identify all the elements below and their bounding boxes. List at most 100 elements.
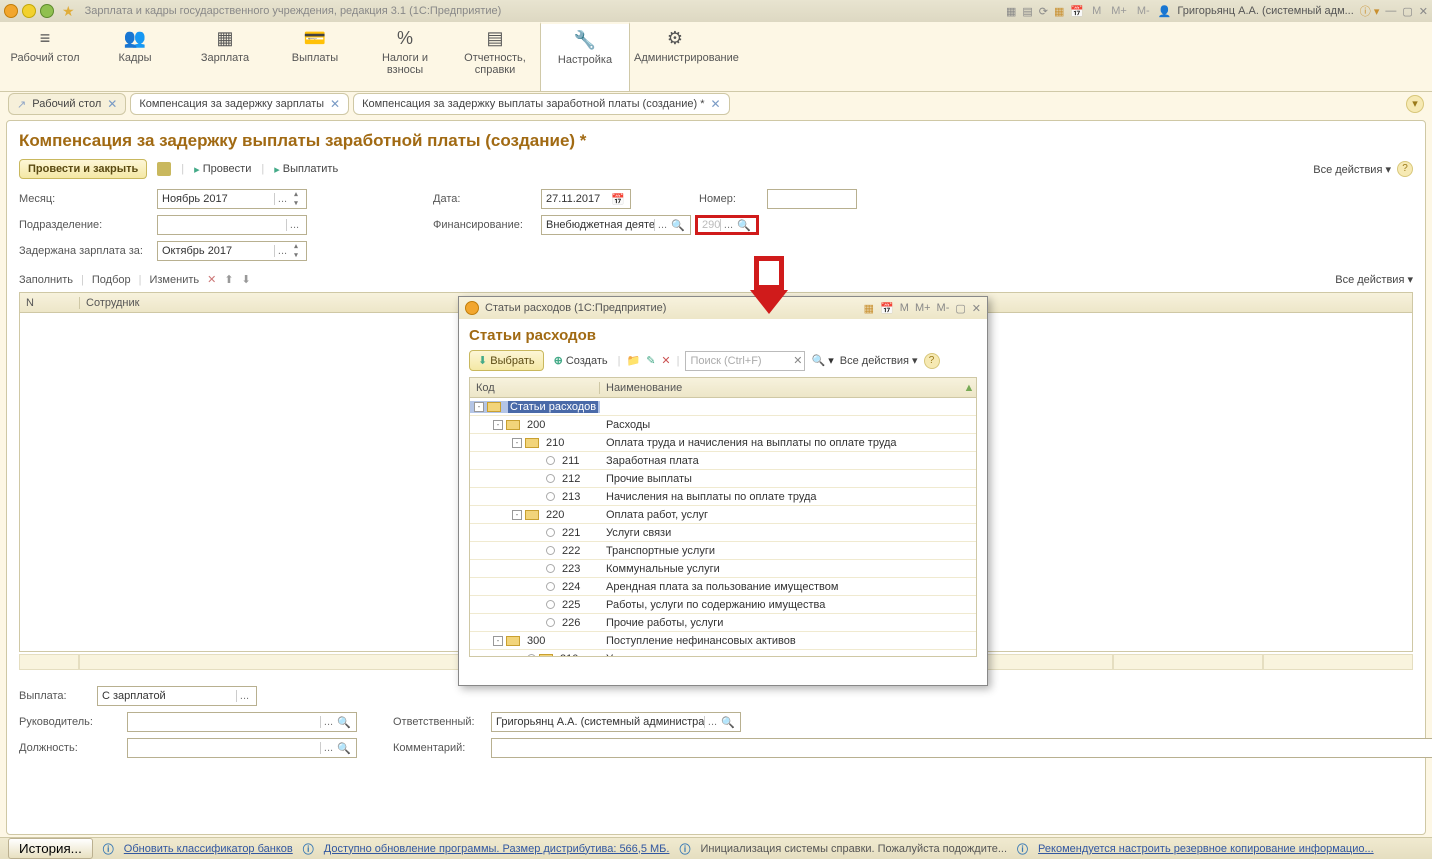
window-maximize-icon[interactable] bbox=[40, 4, 54, 18]
user-name[interactable]: Григорьянц А.А. (системный адм... bbox=[1177, 5, 1353, 17]
tree-row[interactable]: 212Прочие выплаты bbox=[470, 470, 976, 488]
tab-compensation-create[interactable]: Компенсация за задержку выплаты заработн… bbox=[353, 93, 729, 115]
folder-icon[interactable]: 📁 bbox=[626, 354, 640, 367]
min-icon[interactable]: — bbox=[1385, 5, 1396, 17]
calendar-icon[interactable]: 📅 bbox=[610, 193, 626, 206]
save-button[interactable] bbox=[153, 160, 175, 178]
tab-close-icon[interactable]: ✕ bbox=[107, 97, 117, 111]
otv-field[interactable]: Григорьянц А.А. (системный администрат..… bbox=[491, 712, 741, 732]
stat-rashodov-field[interactable]: 290...🔍 bbox=[695, 215, 759, 235]
move-up-icon[interactable]: ⬆ bbox=[224, 273, 233, 286]
edit-icon[interactable]: ✎ bbox=[646, 354, 655, 367]
tree-row[interactable]: 226Прочие работы, услуги bbox=[470, 614, 976, 632]
status-link-4[interactable]: Рекомендуется настроить резервное копиро… bbox=[1038, 843, 1374, 855]
m-button[interactable]: M bbox=[1090, 5, 1103, 17]
search-icon[interactable]: 🔍 bbox=[670, 219, 686, 232]
zapolnit-button[interactable]: Заполнить bbox=[19, 274, 73, 286]
toolbar-icon[interactable]: ▤ bbox=[1022, 5, 1032, 18]
tab-desktop[interactable]: ↗Рабочий стол✕ bbox=[8, 93, 126, 115]
podbor-button[interactable]: Подбор bbox=[92, 274, 131, 286]
search-icon[interactable]: 🔍 bbox=[736, 219, 752, 232]
m-minus-button[interactable]: M- bbox=[1135, 5, 1152, 17]
dialog-titlebar[interactable]: Статьи расходов (1С:Предприятие) ▦ 📅 M M… bbox=[459, 297, 987, 319]
sozdat-button[interactable]: ⊕Создать bbox=[550, 352, 612, 369]
delete-icon[interactable]: ✕ bbox=[661, 354, 670, 367]
section-otchet[interactable]: ▤Отчетность, справки bbox=[450, 22, 540, 91]
section-nalogi[interactable]: %Налоги и взносы bbox=[360, 22, 450, 91]
search-input[interactable]: Поиск (Ctrl+F)✕ bbox=[685, 351, 805, 371]
m-plus-button[interactable]: M+ bbox=[915, 302, 931, 314]
history-button[interactable]: История... bbox=[8, 838, 93, 859]
tree-row[interactable]: 221Услуги связи bbox=[470, 524, 976, 542]
help-icon[interactable]: ? bbox=[1397, 161, 1413, 177]
help-icon[interactable]: ⓘ ▾ bbox=[1360, 3, 1380, 19]
section-admin[interactable]: ⚙Администрирование bbox=[630, 22, 720, 91]
tab-close-icon[interactable]: ✕ bbox=[711, 97, 721, 111]
provesti-button[interactable]: ▸Провести bbox=[190, 161, 255, 178]
m-plus-button[interactable]: M+ bbox=[1109, 5, 1129, 17]
komm-field[interactable] bbox=[491, 738, 1432, 758]
tree-row[interactable]: 213Начисления на выплаты по оплате труда bbox=[470, 488, 976, 506]
toolbar-icon[interactable]: ⟳ bbox=[1039, 5, 1048, 18]
dialog-all-actions[interactable]: Все действия ▾ bbox=[840, 354, 918, 367]
col-naim[interactable]: Наименование bbox=[600, 382, 962, 394]
tree-row[interactable]: -200Расходы bbox=[470, 416, 976, 434]
delete-row-icon[interactable]: ✕ bbox=[207, 273, 216, 286]
search-icon[interactable]: 🔍 ▾ bbox=[811, 354, 833, 367]
izmenit-button[interactable]: Изменить bbox=[149, 274, 199, 286]
toolbar-icon[interactable]: ▦ bbox=[1006, 5, 1016, 18]
vyplata-field[interactable]: С зарплатой... bbox=[97, 686, 257, 706]
finans-field[interactable]: Внебюджетная деятельн...🔍 bbox=[541, 215, 691, 235]
section-zarplata[interactable]: ▦Зарплата bbox=[180, 22, 270, 91]
mesyac-field[interactable]: Ноябрь 2017...▴▾ bbox=[157, 189, 307, 209]
tree-row[interactable]: 223Коммунальные услуги bbox=[470, 560, 976, 578]
help-icon[interactable]: ? bbox=[924, 353, 940, 369]
calc-icon[interactable]: ▦ bbox=[864, 302, 874, 315]
table-all-actions[interactable]: Все действия ▾ bbox=[1335, 273, 1413, 286]
status-link-2[interactable]: Доступно обновление программы. Размер ди… bbox=[324, 843, 670, 855]
move-down-icon[interactable]: ⬇ bbox=[242, 273, 251, 286]
tree-row[interactable]: -300Поступление нефинансовых активов bbox=[470, 632, 976, 650]
vyplatit-button[interactable]: ▸Выплатить bbox=[270, 161, 342, 178]
expense-tree[interactable]: Код Наименование ▲ -Статьи расходов-200Р… bbox=[469, 377, 977, 657]
data-field[interactable]: 27.11.2017📅 bbox=[541, 189, 631, 209]
window-minimize-icon[interactable] bbox=[22, 4, 36, 18]
restore-icon[interactable]: ▢ bbox=[955, 302, 965, 315]
status-link-1[interactable]: Обновить классификатор банков bbox=[124, 843, 293, 855]
col-n[interactable]: N bbox=[20, 297, 80, 309]
dolzh-field[interactable]: ...🔍 bbox=[127, 738, 357, 758]
calendar-icon[interactable]: 📅 bbox=[1070, 5, 1084, 18]
tree-row[interactable]: 310Увеличение стоимости основных средств bbox=[470, 650, 976, 657]
section-vyplaty[interactable]: 💳Выплаты bbox=[270, 22, 360, 91]
tree-row[interactable]: -Статьи расходов bbox=[470, 398, 976, 416]
sort-icon[interactable]: ▲ bbox=[962, 382, 976, 394]
close-icon[interactable]: ✕ bbox=[1419, 5, 1428, 18]
vybrat-button[interactable]: ⬇ Выбрать bbox=[469, 350, 544, 371]
tree-row[interactable]: 211Заработная плата bbox=[470, 452, 976, 470]
section-kadry[interactable]: 👥Кадры bbox=[90, 22, 180, 91]
tree-row[interactable]: -220Оплата работ, услуг bbox=[470, 506, 976, 524]
nomer-field[interactable] bbox=[767, 189, 857, 209]
calendar-icon[interactable]: 📅 bbox=[880, 302, 894, 315]
all-actions-menu[interactable]: Все действия ▾ bbox=[1313, 163, 1391, 176]
podrazd-field[interactable]: ... bbox=[157, 215, 307, 235]
section-desktop[interactable]: ≡Рабочий стол bbox=[0, 22, 90, 91]
favorite-icon[interactable]: ★ bbox=[62, 3, 75, 20]
m-button[interactable]: M bbox=[900, 302, 909, 314]
clear-icon[interactable]: ✕ bbox=[793, 354, 802, 367]
max-icon[interactable]: ▢ bbox=[1402, 5, 1412, 18]
calc-icon[interactable]: ▦ bbox=[1054, 5, 1064, 18]
m-minus-button[interactable]: M- bbox=[937, 302, 950, 314]
tree-row[interactable]: 222Транспортные услуги bbox=[470, 542, 976, 560]
tab-compensation-list[interactable]: Компенсация за задержку зарплаты✕ bbox=[130, 93, 349, 115]
tab-close-icon[interactable]: ✕ bbox=[330, 97, 340, 111]
tree-row[interactable]: -210Оплата труда и начисления на выплаты… bbox=[470, 434, 976, 452]
provesti-zakryt-button[interactable]: Провести и закрыть bbox=[19, 159, 147, 179]
close-icon[interactable]: ✕ bbox=[972, 302, 981, 315]
window-close-icon[interactable] bbox=[4, 4, 18, 18]
tabs-more-icon[interactable]: ▾ bbox=[1406, 95, 1424, 113]
ruk-field[interactable]: ...🔍 bbox=[127, 712, 357, 732]
tree-row[interactable]: 225Работы, услуги по содержанию имуществ… bbox=[470, 596, 976, 614]
zaderzh-field[interactable]: Октябрь 2017...▴▾ bbox=[157, 241, 307, 261]
tree-row[interactable]: 224Арендная плата за пользование имущест… bbox=[470, 578, 976, 596]
